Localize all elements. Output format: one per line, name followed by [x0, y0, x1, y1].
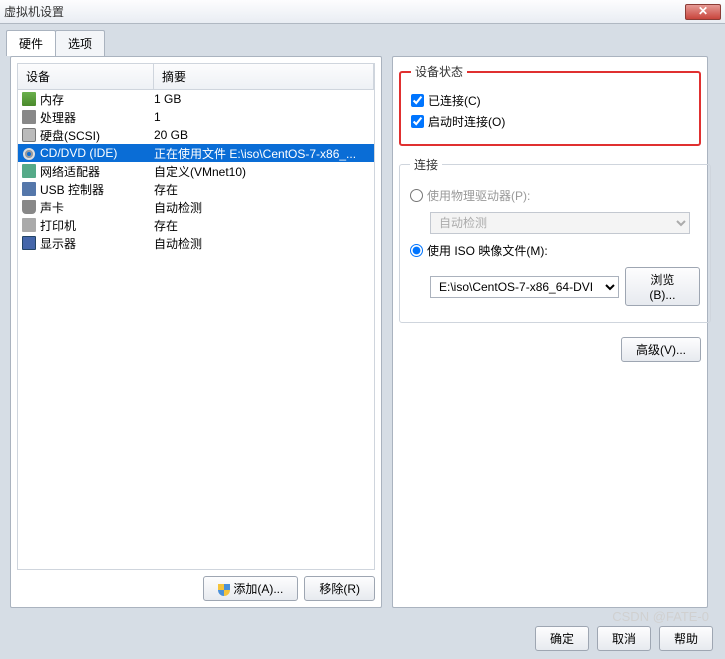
- device-icon: [18, 146, 40, 160]
- remove-button[interactable]: 移除(R): [304, 576, 375, 601]
- device-row[interactable]: 网络适配器自定义(VMnet10): [18, 162, 374, 180]
- device-row[interactable]: 声卡自动检测: [18, 198, 374, 216]
- device-summary: 自动检测: [154, 199, 374, 216]
- device-icon: [18, 128, 40, 143]
- settings-panel: 设备状态 已连接(C) 启动时连接(O) 连接 使用物理驱动器(P): 自动检测: [392, 56, 708, 608]
- device-summary: 1: [154, 110, 374, 124]
- device-icon: [18, 218, 40, 233]
- device-summary: 存在: [154, 217, 374, 234]
- status-legend: 设备状态: [411, 63, 467, 80]
- add-button[interactable]: 添加(A)...: [203, 576, 298, 601]
- ok-button[interactable]: 确定: [535, 626, 589, 651]
- device-row[interactable]: 打印机存在: [18, 216, 374, 234]
- device-name: 显示器: [40, 235, 154, 252]
- device-icon: [18, 200, 40, 215]
- list-header: 设备 摘要: [18, 64, 374, 90]
- device-list: 设备 摘要 内存1 GB处理器1硬盘(SCSI)20 GBCD/DVD (IDE…: [17, 63, 375, 570]
- connect-poweron-checkbox[interactable]: [411, 115, 424, 128]
- use-iso-row[interactable]: 使用 ISO 映像文件(M):: [410, 238, 700, 263]
- device-name: 声卡: [40, 199, 154, 216]
- device-icon: [18, 92, 40, 107]
- device-name: 硬盘(SCSI): [40, 127, 154, 144]
- device-summary: 正在使用文件 E:\iso\CentOS-7-x86_...: [154, 145, 374, 162]
- device-name: 内存: [40, 91, 154, 108]
- device-summary: 20 GB: [154, 128, 374, 142]
- device-row[interactable]: 内存1 GB: [18, 90, 374, 108]
- device-row[interactable]: USB 控制器存在: [18, 180, 374, 198]
- device-row[interactable]: CD/DVD (IDE)正在使用文件 E:\iso\CentOS-7-x86_.…: [18, 144, 374, 162]
- device-name: 网络适配器: [40, 163, 154, 180]
- use-physical-radio[interactable]: [410, 189, 423, 202]
- use-iso-label: 使用 ISO 映像文件(M):: [427, 242, 548, 259]
- tab-options[interactable]: 选项: [55, 30, 105, 56]
- hardware-panel: 设备 摘要 内存1 GB处理器1硬盘(SCSI)20 GBCD/DVD (IDE…: [10, 56, 382, 608]
- col-device: 设备: [18, 64, 154, 89]
- browse-button[interactable]: 浏览(B)...: [625, 267, 700, 306]
- device-row[interactable]: 处理器1: [18, 108, 374, 126]
- device-status-group: 设备状态 已连接(C) 启动时连接(O): [399, 63, 701, 146]
- close-button[interactable]: ✕: [685, 4, 721, 20]
- device-icon: [18, 182, 40, 197]
- dialog-footer: 确定 取消 帮助: [0, 618, 725, 659]
- connection-group: 连接 使用物理驱动器(P): 自动检测 使用 ISO 映像文件(M): E:\i…: [399, 156, 711, 323]
- connection-legend: 连接: [410, 156, 442, 173]
- device-row[interactable]: 硬盘(SCSI)20 GB: [18, 126, 374, 144]
- col-summary: 摘要: [154, 64, 374, 89]
- device-name: CD/DVD (IDE): [40, 146, 154, 160]
- device-summary: 自动检测: [154, 235, 374, 252]
- iso-path-select[interactable]: E:\iso\CentOS-7-x86_64-DVI: [430, 276, 619, 298]
- tabs: 硬件 选项: [0, 24, 725, 56]
- device-icon: [18, 236, 40, 251]
- cancel-button[interactable]: 取消: [597, 626, 651, 651]
- device-summary: 1 GB: [154, 92, 374, 106]
- use-iso-radio[interactable]: [410, 244, 423, 257]
- titlebar: 虚拟机设置 ✕: [0, 0, 725, 24]
- window-title: 虚拟机设置: [4, 3, 685, 20]
- device-name: USB 控制器: [40, 181, 154, 198]
- device-summary: 存在: [154, 181, 374, 198]
- physical-drive-select: 自动检测: [430, 212, 690, 234]
- device-name: 打印机: [40, 217, 154, 234]
- device-icon: [18, 110, 40, 125]
- connect-poweron-label: 启动时连接(O): [428, 113, 505, 130]
- help-button[interactable]: 帮助: [659, 626, 713, 651]
- connected-checkbox[interactable]: [411, 94, 424, 107]
- connected-row[interactable]: 已连接(C): [411, 90, 689, 111]
- device-name: 处理器: [40, 109, 154, 126]
- advanced-button[interactable]: 高级(V)...: [621, 337, 701, 362]
- use-physical-label: 使用物理驱动器(P):: [427, 187, 530, 204]
- device-row[interactable]: 显示器自动检测: [18, 234, 374, 252]
- shield-icon: [218, 584, 230, 596]
- tab-hardware[interactable]: 硬件: [6, 30, 56, 56]
- connected-label: 已连接(C): [428, 92, 481, 109]
- device-summary: 自定义(VMnet10): [154, 163, 374, 180]
- connect-poweron-row[interactable]: 启动时连接(O): [411, 111, 689, 132]
- use-physical-row[interactable]: 使用物理驱动器(P):: [410, 183, 700, 208]
- device-icon: [18, 164, 40, 179]
